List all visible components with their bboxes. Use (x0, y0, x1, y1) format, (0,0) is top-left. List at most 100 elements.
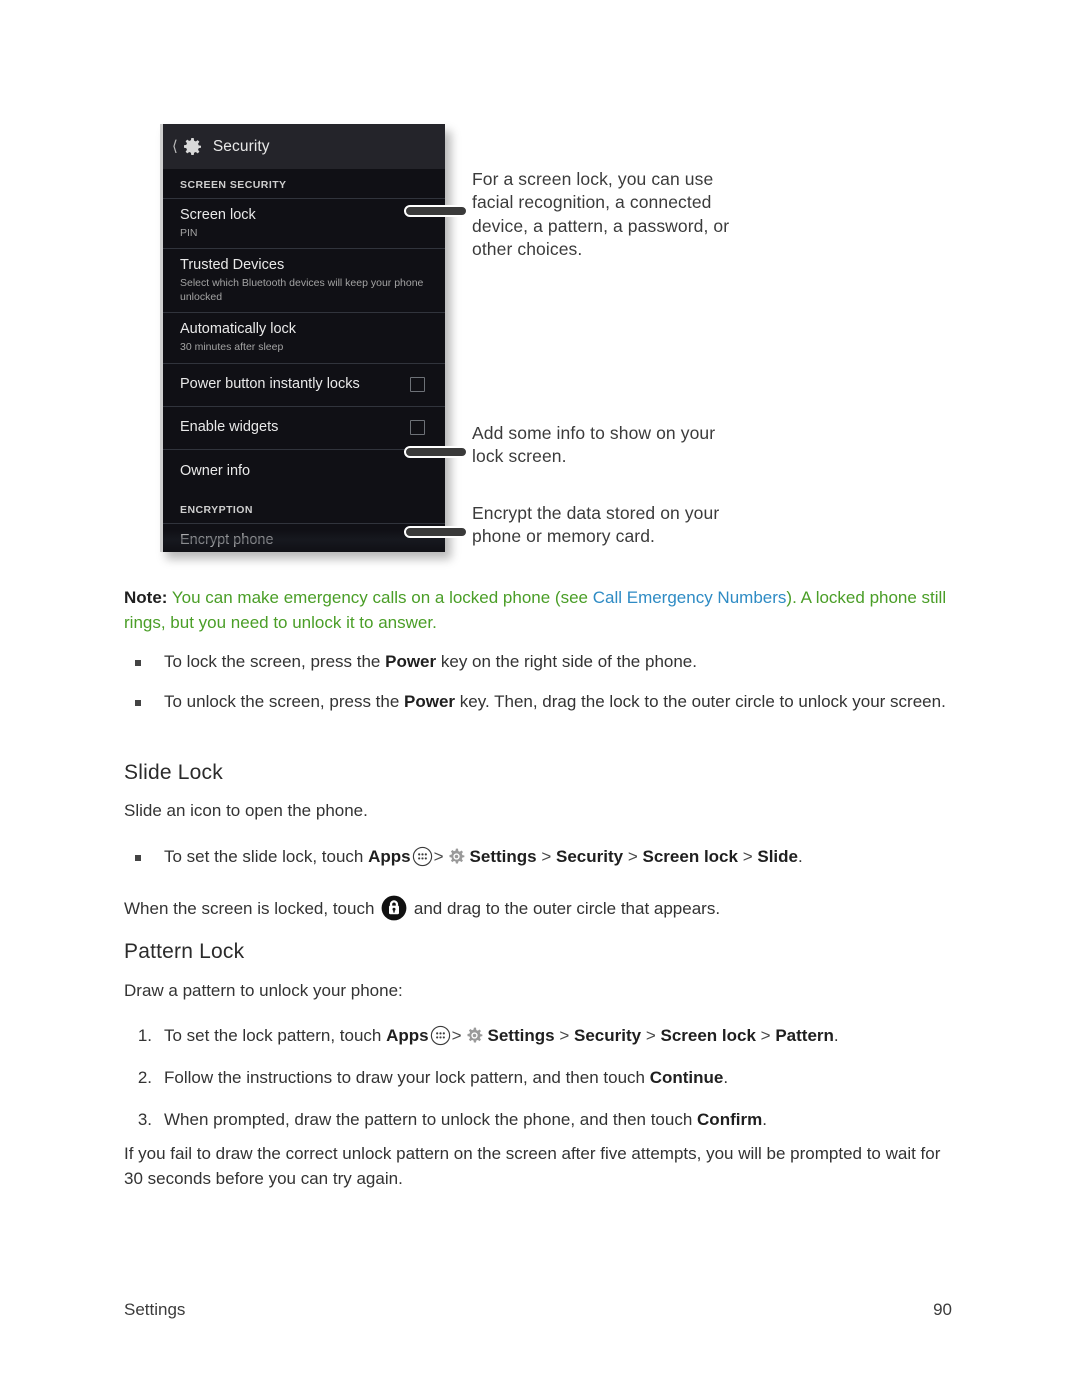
step-text-post: . (762, 1110, 767, 1130)
screen-lock-label: Screen lock (660, 1026, 756, 1045)
gear-icon (446, 846, 467, 867)
row-title: Screen lock (180, 207, 256, 223)
bullet-text-pre: To lock the screen, press the (164, 652, 386, 671)
shot-titlebar: ⟨ Security (163, 124, 445, 169)
bullet-text-post: key on the right side of the phone. (436, 652, 697, 671)
screen-lock-label: Screen lock (642, 847, 738, 866)
row-title: Power button instantly locks (180, 375, 360, 392)
bullet-text-post: key. Then, drag the lock to the outer ci… (455, 692, 946, 712)
footer-page-number: 90 (933, 1300, 952, 1319)
separator-chevron: > (451, 1026, 462, 1045)
pattern-label: Pattern (775, 1026, 834, 1045)
bullet-text-pre: To unlock the screen, press the (164, 692, 405, 712)
callout-screen-lock: For a screen lock, you can use facial re… (472, 169, 730, 259)
apps-label: Apps (368, 847, 411, 866)
page-title-pattern-lock: Pattern Lock (124, 940, 245, 963)
checkbox-icon[interactable] (410, 377, 425, 393)
step-text-pre: When prompted, draw the pattern to unloc… (164, 1110, 698, 1130)
separator-chevron: > (742, 847, 753, 866)
list-item: To unlock the screen, press the Power ke… (124, 690, 964, 714)
bullet-text-bold: Power (404, 692, 456, 712)
footer-section-label: Settings (124, 1300, 186, 1319)
row-title: Automatically lock (180, 321, 297, 338)
document-page: ⟨ Security SCREEN SECURITY Screen lock P… (0, 0, 1080, 1397)
row-title: Owner info (180, 462, 251, 479)
note-paragraph: Note: You can make emergency calls on a … (124, 586, 952, 635)
apps-label: Apps (386, 1026, 429, 1045)
security-label: Security (556, 847, 624, 866)
step-text-bold: Confirm (697, 1110, 763, 1130)
pattern-lock-step-list: 1. To set the lock pattern, touch Apps > … (124, 1024, 964, 1150)
apps-grid-icon (430, 1025, 451, 1046)
back-chevron-icon[interactable]: ⟨ (172, 139, 178, 154)
slide-label: Slide (757, 847, 798, 866)
separator-chevron: > (541, 847, 552, 866)
apps-grid-icon (412, 846, 433, 867)
figure-security-settings: ⟨ Security SCREEN SECURITY Screen lock P… (124, 124, 960, 564)
locked-line-post: and drag to the outer circle that appear… (409, 899, 721, 918)
list-item: 1. To set the lock pattern, touch Apps > … (124, 1024, 964, 1048)
row-subtitle: Require a numeric PIN or password to dec… (180, 551, 431, 552)
list-item: To set the slide lock, touch Apps > Sett… (124, 845, 964, 869)
separator-chevron: > (559, 1026, 570, 1045)
step-text-bold: Continue (649, 1068, 724, 1088)
shot-row-screen-lock[interactable]: Screen lock PIN (163, 198, 445, 248)
note-link-call-emergency-numbers[interactable]: Call Emergency Numbers (593, 588, 787, 607)
separator-chevron: > (760, 1026, 771, 1045)
padlock-icon (381, 895, 407, 921)
separator-chevron: > (433, 847, 444, 866)
slide-lock-bullet-list: To set the slide lock, touch Apps > Sett… (124, 845, 964, 885)
separator-chevron: > (645, 1026, 656, 1045)
step-text-pre: Follow the instructions to draw your loc… (164, 1068, 650, 1088)
gear-icon (464, 1025, 485, 1046)
row-title: Enable widgets (180, 418, 279, 435)
shot-settings-list: SCREEN SECURITY Screen lock PIN Trusted … (163, 169, 445, 552)
page-title-slide-lock: Slide Lock (124, 761, 223, 784)
callout-leader-owner-info (404, 446, 468, 458)
period: . (833, 1026, 839, 1045)
settings-label: Settings (469, 847, 537, 866)
note-text-before: You can make emergency calls on a locked… (167, 588, 593, 607)
step-text-pre: To set the lock pattern, touch (164, 1026, 387, 1045)
gear-icon (180, 135, 204, 159)
shot-row-automatically-lock[interactable]: Automatically lock 30 minutes after slee… (163, 312, 445, 362)
step-number: 1. (137, 1026, 152, 1045)
page-footer: Settings 90 (124, 1300, 952, 1320)
callout-owner-info: Add some info to show on your lock scree… (472, 423, 716, 467)
lock-bullet-list: To lock the screen, press the Power key … (124, 650, 964, 730)
phone-screenshot: ⟨ Security SCREEN SECURITY Screen lock P… (160, 124, 445, 552)
slide-lock-locked-line: When the screen is locked, touch and dra… (124, 895, 954, 922)
callout-leader-screen-lock (404, 205, 468, 217)
locked-line-pre: When the screen is locked, touch (124, 899, 380, 918)
callout-leader-encrypt-phone (404, 526, 468, 538)
pattern-lock-intro: Draw a pattern to unlock your phone: (124, 981, 403, 1000)
checkbox-icon[interactable] (410, 420, 425, 436)
row-title: Encrypt phone (180, 531, 274, 548)
bullet-text-bold: Power (385, 652, 437, 671)
shot-title: Security (212, 137, 270, 155)
step-text-post: . (723, 1068, 729, 1088)
period: . (798, 847, 803, 866)
shot-row-trusted-devices[interactable]: Trusted Devices Select which Bluetooth d… (163, 248, 445, 312)
shot-row-encrypt-phone[interactable]: Encrypt phone Require a numeric PIN or p… (163, 522, 445, 552)
shot-row-owner-info[interactable]: Owner info (163, 448, 445, 494)
step-number: 2. (137, 1068, 152, 1088)
shot-row-enable-widgets[interactable]: Enable widgets (163, 405, 445, 449)
section-header-encryption: ENCRYPTION (180, 503, 253, 516)
note-label: Note: (124, 588, 168, 607)
section-header-screen-security: SCREEN SECURITY (180, 179, 287, 191)
row-title: Trusted Devices (180, 257, 285, 274)
pattern-lock-outro: If you fail to draw the correct unlock p… (124, 1144, 941, 1188)
separator-chevron: > (627, 847, 638, 866)
slide-bullet-pre: To set the slide lock, touch (164, 847, 369, 866)
shot-row-power-button-instantly-locks[interactable]: Power button instantly locks (163, 362, 445, 406)
row-subtitle: Select which Bluetooth devices will keep… (180, 277, 424, 303)
row-subtitle: 30 minutes after sleep (180, 340, 284, 353)
callout-encrypt-phone: Encrypt the data stored on your phone or… (472, 503, 720, 547)
slide-lock-intro: Slide an icon to open the phone. (124, 801, 368, 820)
list-item: 2. Follow the instructions to draw your l… (124, 1066, 964, 1090)
step-number: 3. (137, 1110, 152, 1130)
settings-label: Settings (487, 1026, 555, 1045)
list-item: To lock the screen, press the Power key … (124, 650, 964, 674)
security-label: Security (573, 1026, 642, 1045)
